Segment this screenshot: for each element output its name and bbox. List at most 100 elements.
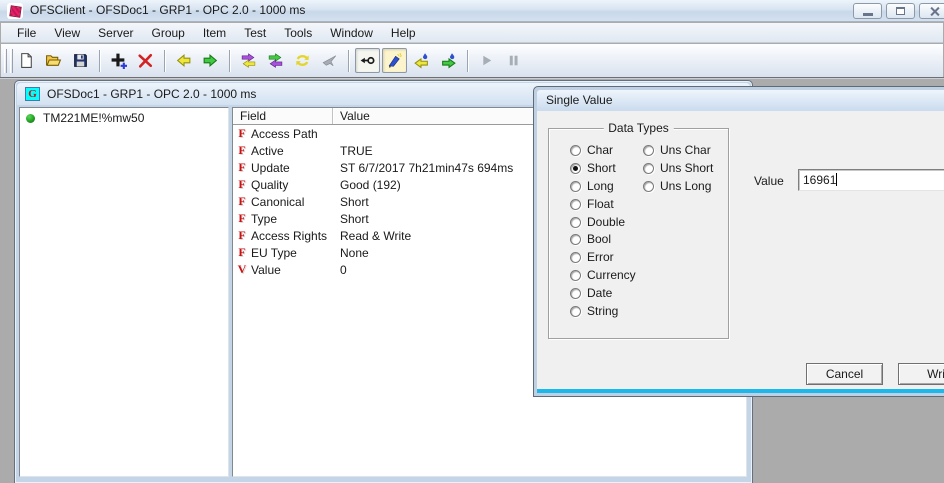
dialog-titlebar: Single Value [537, 90, 944, 111]
dialog-bottom-accent [537, 389, 944, 393]
next-item-button[interactable] [198, 48, 223, 73]
radio-label: Float [587, 197, 614, 211]
toolbar-grip[interactable] [10, 49, 13, 73]
toolbar-separator [229, 50, 230, 72]
menu-bar: File View Server Group Item Test Tools W… [1, 23, 943, 43]
radio-label: Long [587, 179, 614, 193]
sync-read-button[interactable] [236, 48, 261, 73]
radio-string[interactable]: String [570, 304, 618, 318]
save-file-icon [72, 52, 89, 69]
value-input[interactable]: 16961 [798, 169, 944, 191]
radio-circle-icon [643, 181, 654, 192]
refresh-button[interactable] [290, 48, 315, 73]
restore-button[interactable] [886, 3, 915, 19]
menu-item-view[interactable]: View [45, 24, 89, 42]
radio-label: Error [587, 250, 614, 264]
radio-currency[interactable]: Currency [570, 268, 636, 282]
tree-item-tm221[interactable]: TM221ME!%mw50 [20, 108, 228, 127]
field-icon: F [233, 160, 251, 175]
async-write-button[interactable] [436, 48, 461, 73]
add-item-icon [110, 52, 127, 69]
field-icon: F [233, 245, 251, 260]
write-monitor-button[interactable] [382, 48, 407, 73]
field-icon: F [233, 126, 251, 141]
radio-uns-long[interactable]: Uns Long [643, 179, 711, 193]
toolbar-separator [348, 50, 349, 72]
async-write-arrow-icon [440, 52, 457, 69]
main-titlebar: OFSClient - OFSDoc1 - GRP1 - OPC 2.0 - 1… [0, 0, 944, 22]
radio-date[interactable]: Date [570, 286, 612, 300]
field-name: Canonical [251, 195, 333, 209]
radio-error[interactable]: Error [570, 250, 614, 264]
radio-circle-icon [570, 217, 581, 228]
field-name: Active [251, 144, 333, 158]
radio-bool[interactable]: Bool [570, 232, 611, 246]
restore-icon [896, 7, 905, 15]
single-value-dialog: Single Value Data Types Char Short Long [533, 86, 944, 397]
key-icon [359, 52, 376, 69]
radio-short[interactable]: Short [570, 161, 616, 175]
item-tree-panel: TM221ME!%mw50 [19, 107, 229, 477]
write-button[interactable]: Write [898, 363, 944, 385]
radio-circle-icon [570, 252, 581, 263]
async-read-button[interactable] [409, 48, 434, 73]
back-arrow-icon [175, 52, 192, 69]
menu-item-group[interactable]: Group [142, 24, 193, 42]
radio-label: Double [587, 215, 625, 229]
toolbar-divider [0, 77, 944, 79]
radio-circle-icon [570, 306, 581, 317]
tree-item-label: TM221ME!%mw50 [43, 111, 144, 125]
dialog-body: Data Types Char Short Long Float [537, 111, 944, 389]
menu-item-help[interactable]: Help [382, 24, 425, 42]
delete-item-icon [137, 52, 154, 69]
sync-write-arrows-icon [267, 52, 284, 69]
cancel-button[interactable]: Cancel [806, 363, 883, 385]
pause-button[interactable] [501, 48, 526, 73]
radio-label: Uns Short [660, 161, 713, 175]
play-button[interactable] [474, 48, 499, 73]
add-item-button[interactable] [106, 48, 131, 73]
menu-item-test[interactable]: Test [235, 24, 275, 42]
delete-item-button[interactable] [133, 48, 158, 73]
stop-button[interactable] [317, 48, 342, 73]
radio-circle-icon [570, 145, 581, 156]
previous-item-button[interactable] [171, 48, 196, 73]
toolbar-grip[interactable] [4, 49, 7, 73]
radio-circle-icon [570, 199, 581, 210]
save-file-button[interactable] [68, 48, 93, 73]
menu-item-server[interactable]: Server [89, 24, 142, 42]
radio-label: Uns Char [660, 143, 711, 157]
new-document-button[interactable] [14, 48, 39, 73]
radio-uns-short[interactable]: Uns Short [643, 161, 713, 175]
key-monitor-button[interactable] [355, 48, 380, 73]
field-icon: F [233, 143, 251, 158]
radio-double[interactable]: Double [570, 215, 625, 229]
menu-item-item[interactable]: Item [194, 24, 235, 42]
forward-arrow-icon [202, 52, 219, 69]
field-icon: V [233, 262, 251, 277]
item-status-green-icon [26, 114, 35, 123]
close-button[interactable] [919, 3, 944, 19]
radio-label: Uns Long [660, 179, 711, 193]
toolbar [1, 44, 943, 77]
radio-float[interactable]: Float [570, 197, 614, 211]
radio-char[interactable]: Char [570, 143, 613, 157]
field-icon: F [233, 211, 251, 226]
field-name: Access Path [251, 127, 333, 141]
document-title: OFSDoc1 - GRP1 - OPC 2.0 - 1000 ms [47, 87, 256, 101]
radio-circle-icon [570, 181, 581, 192]
radio-label: Char [587, 143, 613, 157]
application-window: OFSClient - OFSDoc1 - GRP1 - OPC 2.0 - 1… [0, 0, 944, 483]
radio-uns-char[interactable]: Uns Char [643, 143, 711, 157]
open-file-button[interactable] [41, 48, 66, 73]
field-name: Value [251, 263, 333, 277]
sync-write-button[interactable] [263, 48, 288, 73]
refresh-icon [294, 52, 311, 69]
menu-item-window[interactable]: Window [321, 24, 382, 42]
text-caret [836, 173, 837, 186]
menu-item-tools[interactable]: Tools [275, 24, 321, 42]
minimize-button[interactable] [853, 3, 882, 19]
radio-long[interactable]: Long [570, 179, 614, 193]
menu-item-file[interactable]: File [8, 24, 45, 42]
column-header-field[interactable]: Field [233, 108, 333, 124]
